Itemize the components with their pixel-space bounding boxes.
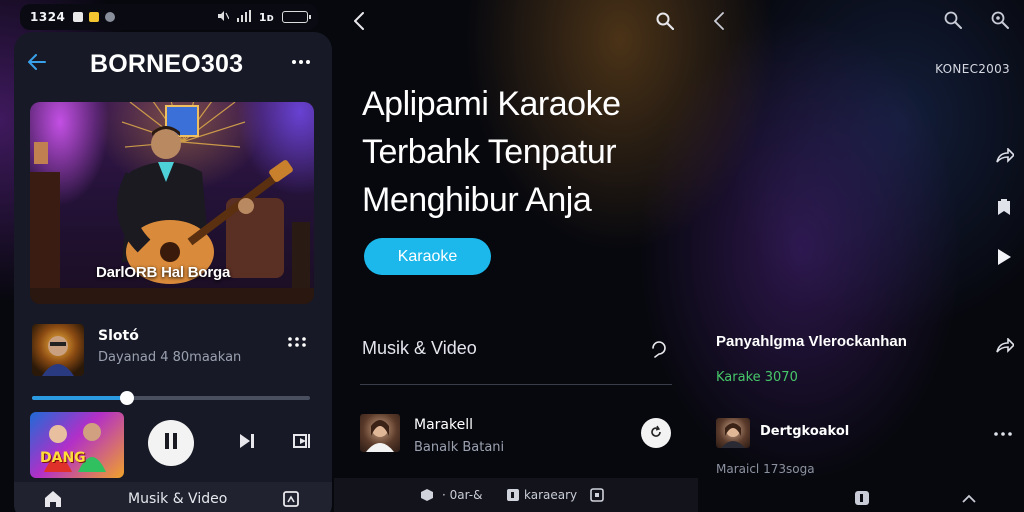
promo-panel: Aplipami Karaoke Terbahk Tenpatur Menghi…: [334, 0, 698, 512]
mute-icon: [217, 10, 230, 25]
headline-line-1: Aplipami Karaoke: [362, 85, 621, 123]
search-icon[interactable]: [944, 11, 962, 29]
hero-image[interactable]: DarlORB Hal Borga: [30, 102, 314, 304]
more-options-icon[interactable]: [994, 432, 1012, 436]
signal-icon: [236, 9, 251, 25]
sync-icon: [105, 12, 116, 22]
replay-icon: [649, 424, 663, 443]
app-badge-icon: [89, 12, 100, 22]
headline-line-2: Terbahk Tenpatur: [362, 133, 617, 171]
now-playing-title: Slotó: [98, 328, 139, 344]
search-icon[interactable]: [656, 12, 674, 30]
karaoke-tab-icon[interactable]: [506, 488, 520, 502]
item-subtitle: Banalk Batani: [414, 440, 505, 455]
more-options-icon[interactable]: [292, 60, 310, 64]
cube-icon[interactable]: [420, 488, 434, 502]
progress-knob[interactable]: [119, 391, 134, 405]
pause-icon: [164, 432, 178, 454]
item-title[interactable]: Marakell: [414, 417, 473, 433]
save-icon[interactable]: [996, 198, 1012, 216]
song-subtitle: Karake 3070: [716, 370, 798, 385]
page-title: BORNEO303: [90, 50, 244, 78]
now-playing-thumbnail: [32, 324, 84, 376]
bottom-bar: [700, 490, 1024, 512]
share-icon[interactable]: [996, 148, 1014, 164]
song-title[interactable]: Panyahlgma Vlerockanhan: [716, 333, 907, 350]
artist-title[interactable]: Dertgkoakol: [760, 424, 849, 439]
artist-thumbnail[interactable]: [716, 418, 750, 448]
voice-search-icon[interactable]: [990, 10, 1010, 30]
bottom-bar: · 0ar-& karaeary: [334, 478, 698, 512]
status-time: 1324: [30, 10, 66, 24]
mini-artwork-text: DANG: [40, 450, 86, 466]
share-icon[interactable]: [996, 338, 1014, 354]
playback-progress-bar[interactable]: [32, 391, 310, 405]
play-icon[interactable]: [996, 248, 1012, 266]
mini-player-artwork[interactable]: DANG: [30, 412, 124, 478]
microphone-icon[interactable]: [650, 338, 668, 358]
section-divider: [360, 384, 672, 385]
status-bar: 1324 1ᴅ: [20, 4, 318, 30]
detail-panel: KONEC2003 Panyahlgma Vlerockanhan Karake…: [700, 0, 1024, 512]
bottom-item-1-label[interactable]: · 0ar-&: [442, 488, 482, 502]
library-icon[interactable]: [282, 490, 300, 508]
item-action-button[interactable]: [641, 418, 671, 448]
brand-label: KONEC2003: [935, 62, 1010, 76]
pause-button[interactable]: [148, 420, 194, 466]
battery-icon: [282, 11, 311, 23]
back-chevron-icon[interactable]: [354, 12, 364, 30]
karaoke-button[interactable]: Karaoke: [364, 238, 491, 275]
queue-icon[interactable]: [292, 432, 312, 450]
section-title-musik-video[interactable]: Musik & Video: [362, 338, 477, 359]
expand-icon[interactable]: [962, 494, 976, 504]
artist-subtitle: Maraicl 173soga: [716, 462, 815, 476]
headline-line-3: Menghibur Anja: [362, 181, 592, 219]
item-thumbnail[interactable]: [360, 414, 400, 452]
now-playing-subtitle: Dayanad 4 80maakan: [98, 350, 242, 365]
bottom-item-2-label[interactable]: karaeary: [524, 488, 577, 502]
karaoke-tab-icon[interactable]: [854, 490, 870, 506]
skip-next-icon[interactable]: [238, 432, 256, 450]
nav-label-musik-video[interactable]: Musik & Video: [128, 491, 227, 507]
home-icon[interactable]: [44, 490, 62, 508]
back-chevron-icon[interactable]: [714, 12, 724, 30]
notification-icon: [73, 12, 84, 22]
player-panel: BORNEO303 DarlORB Hal Borga Slotó Dayana…: [14, 32, 332, 512]
panel1-header: BORNEO303: [14, 46, 332, 86]
status-right-text: 1ᴅ: [258, 10, 274, 24]
bottom-navigation: Musik & Video: [14, 482, 332, 512]
promo-headline: Aplipami Karaoke Terbahk Tenpatur Menghi…: [362, 80, 692, 224]
tablet-icon[interactable]: [590, 488, 604, 502]
more-options-icon[interactable]: [288, 336, 306, 348]
back-arrow-icon[interactable]: [28, 54, 46, 70]
now-playing-row[interactable]: Slotó Dayanad 4 80maakan: [30, 324, 314, 376]
hero-caption: DarlORB Hal Borga: [96, 264, 231, 281]
progress-fill: [32, 396, 127, 400]
